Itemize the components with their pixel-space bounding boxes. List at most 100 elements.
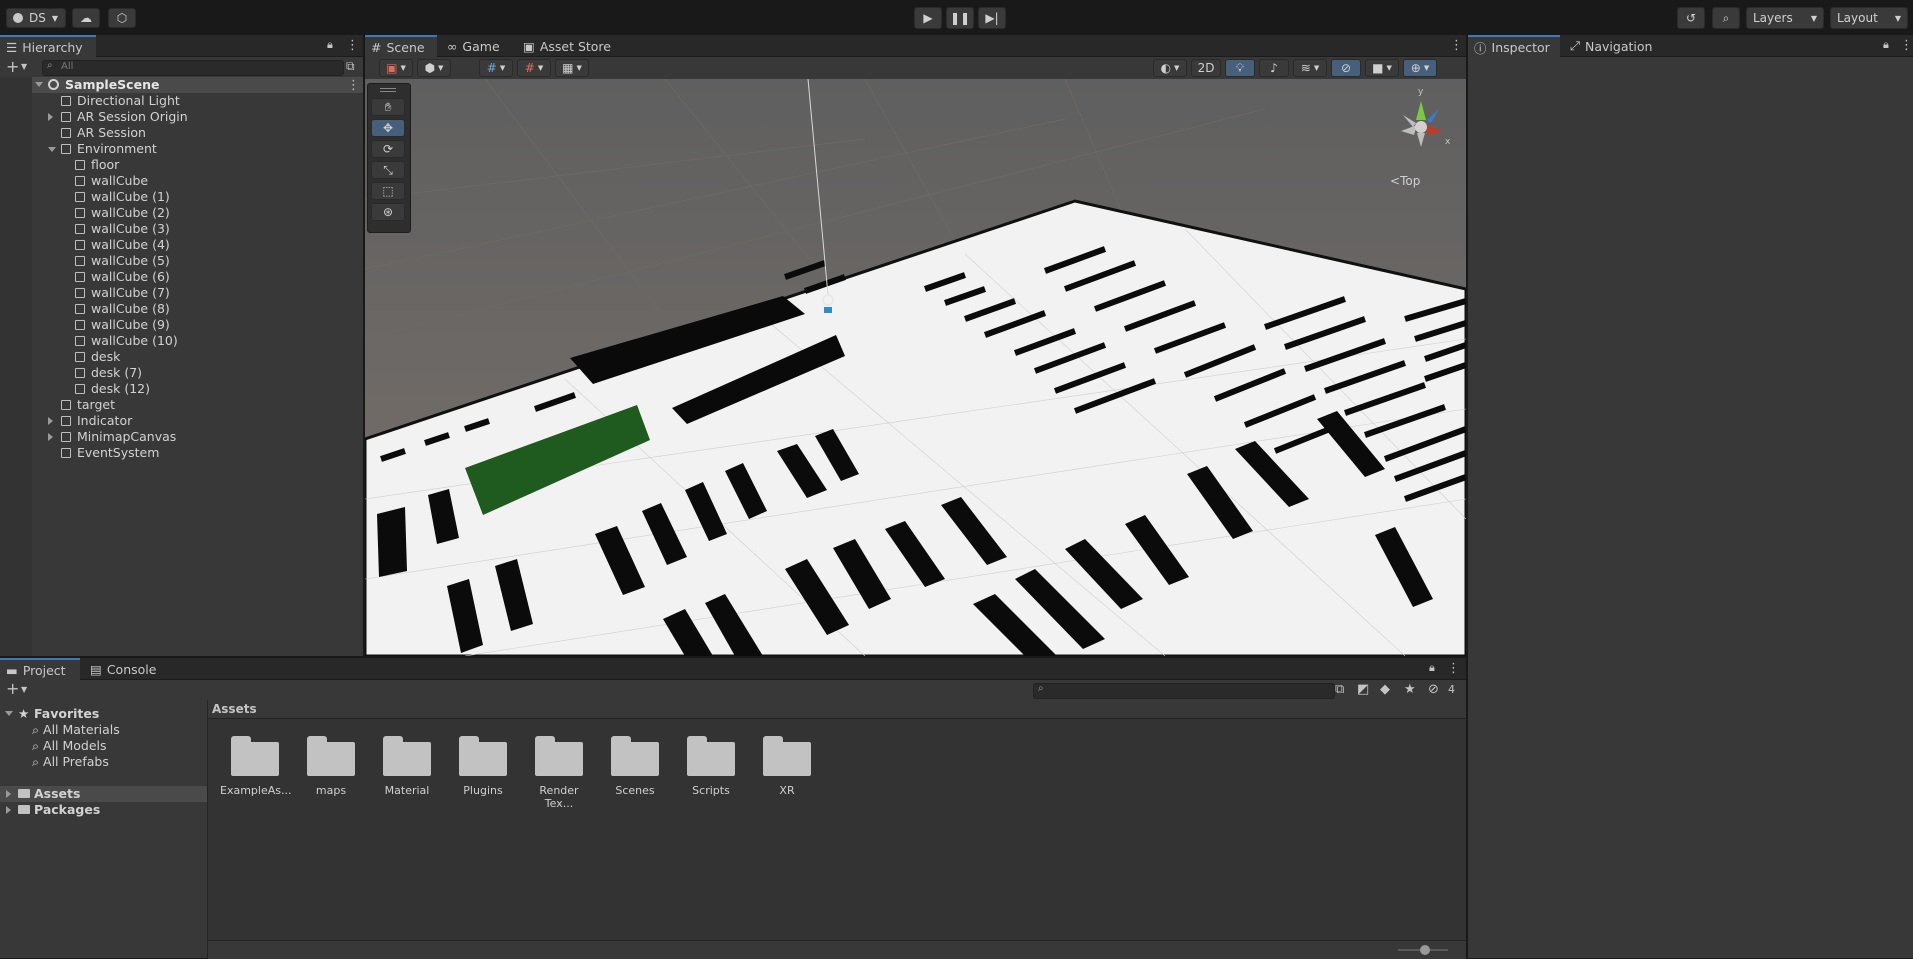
more-menu-icon[interactable]: ⋮ bbox=[1900, 39, 1913, 52]
hierarchy-item[interactable]: wallCube (5) bbox=[0, 253, 363, 269]
layers-dropdown[interactable]: Layers ▼ bbox=[1746, 7, 1824, 29]
lock-icon[interactable]: 🔒︎ bbox=[327, 39, 333, 50]
expand-arrow-icon[interactable] bbox=[48, 417, 53, 425]
chevron-down-icon[interactable]: ▼ bbox=[21, 686, 27, 694]
hierarchy-item[interactable]: wallCube (8) bbox=[0, 301, 363, 317]
scene-viewport[interactable]: ✋︎ ✥ ⟳ ⤡ ⬚ ⊛ y x <Top bbox=[365, 79, 1466, 656]
tab-game[interactable]: ∞ Game bbox=[441, 35, 511, 57]
asset-folder[interactable]: Render Tex... bbox=[524, 736, 594, 810]
favorites-row[interactable]: ★ Favorites bbox=[0, 706, 207, 722]
expand-arrow-icon[interactable] bbox=[48, 113, 53, 121]
orientation-gizmo[interactable]: y x bbox=[1381, 87, 1461, 157]
slider-thumb[interactable] bbox=[1420, 945, 1430, 955]
star-icon[interactable]: ★ bbox=[1404, 683, 1416, 696]
favorite-item[interactable]: ⌕ All Prefabs bbox=[32, 754, 109, 770]
move-tool-button[interactable]: ✥ bbox=[371, 119, 405, 137]
camera-settings-button[interactable]: ■ ▼ bbox=[1365, 59, 1399, 77]
transform-tool-button[interactable]: ⊛ bbox=[371, 203, 405, 221]
scale-tool-button[interactable]: ⤡ bbox=[371, 161, 405, 179]
hierarchy-item[interactable]: wallCube (9) bbox=[0, 317, 363, 333]
increment-snap-button[interactable]: # ▼ bbox=[517, 59, 551, 77]
hierarchy-item[interactable]: EventSystem bbox=[0, 445, 363, 461]
hierarchy-item[interactable]: wallCube bbox=[0, 173, 363, 189]
hierarchy-item[interactable]: wallCube (7) bbox=[0, 285, 363, 301]
hierarchy-item[interactable]: desk (7) bbox=[0, 365, 363, 381]
pause-button[interactable]: ❚❚ bbox=[946, 7, 974, 29]
expand-arrow-icon[interactable] bbox=[6, 806, 11, 814]
shading-mode-button[interactable]: ⬢ ▼ bbox=[417, 59, 451, 77]
grid-snap-button[interactable]: # ▼ bbox=[479, 59, 513, 77]
hierarchy-item[interactable]: floor bbox=[0, 157, 363, 173]
lock-icon[interactable]: 🔒︎ bbox=[1429, 662, 1435, 673]
draw-mode-button[interactable]: ▣ ▼ bbox=[379, 59, 413, 77]
tab-hierarchy[interactable]: ☰ Hierarchy bbox=[0, 35, 96, 57]
step-button[interactable]: ▶| bbox=[978, 7, 1006, 29]
hierarchy-item[interactable]: Indicator bbox=[0, 413, 363, 429]
audio-toggle-button[interactable]: ♪ bbox=[1259, 59, 1289, 77]
chevron-down-icon[interactable]: ▼ bbox=[21, 63, 27, 71]
hierarchy-item[interactable]: wallCube (10) bbox=[0, 333, 363, 349]
hierarchy-item[interactable]: wallCube (6) bbox=[0, 269, 363, 285]
render-mode-button[interactable]: ◐ ▼ bbox=[1153, 59, 1187, 77]
asset-folder[interactable]: Scripts bbox=[676, 736, 746, 797]
more-menu-icon[interactable]: ⋮ bbox=[346, 39, 359, 52]
cloud-button[interactable]: ☁ bbox=[72, 8, 100, 28]
account-dropdown[interactable]: DS ▼ bbox=[6, 8, 66, 28]
collab-button[interactable]: ⬡ bbox=[108, 8, 136, 28]
asset-folder[interactable]: maps bbox=[296, 736, 366, 797]
hierarchy-item[interactable]: MinimapCanvas bbox=[0, 429, 363, 445]
expand-arrow-icon[interactable] bbox=[6, 790, 11, 798]
hierarchy-item[interactable]: wallCube (4) bbox=[0, 237, 363, 253]
hierarchy-item[interactable]: Environment bbox=[0, 141, 363, 157]
add-icon[interactable]: + bbox=[6, 59, 19, 75]
hierarchy-item[interactable]: Directional Light bbox=[0, 93, 363, 109]
hierarchy-item[interactable]: AR Session bbox=[0, 125, 363, 141]
icon-size-slider[interactable] bbox=[1398, 945, 1448, 955]
hidden-packages-icon[interactable]: ⊘ bbox=[1428, 683, 1439, 696]
hand-tool-button[interactable]: ✋︎ bbox=[371, 98, 405, 116]
play-button[interactable]: ▶ bbox=[914, 7, 942, 29]
tab-console[interactable]: ▤ Console bbox=[84, 658, 164, 680]
tab-project[interactable]: ▬ Project bbox=[0, 658, 80, 680]
effects-button[interactable]: ≋ ▼ bbox=[1293, 59, 1327, 77]
hierarchy-item[interactable]: wallCube (3) bbox=[0, 221, 363, 237]
search-filter-icon[interactable]: ⧉ bbox=[346, 60, 355, 72]
label-filter-icon[interactable]: ◆ bbox=[1380, 683, 1390, 696]
assets-root-row[interactable]: Assets bbox=[0, 786, 207, 802]
gizmo-view-label[interactable]: <Top bbox=[1390, 174, 1420, 188]
expand-arrow-icon[interactable] bbox=[48, 147, 56, 152]
rotate-tool-button[interactable]: ⟳ bbox=[371, 140, 405, 158]
project-search-input[interactable]: ⌕ bbox=[1033, 683, 1335, 699]
add-icon[interactable]: + bbox=[6, 681, 19, 697]
expand-arrow-icon[interactable] bbox=[5, 711, 13, 716]
tab-inspector[interactable]: ⓘ Inspector bbox=[1468, 35, 1560, 57]
hierarchy-item[interactable]: desk bbox=[0, 349, 363, 365]
expand-arrow-icon[interactable] bbox=[35, 82, 43, 87]
lock-icon[interactable]: 🔒︎ bbox=[1883, 39, 1889, 50]
toggle-2d-button[interactable]: 2D bbox=[1191, 59, 1221, 77]
lighting-toggle-button[interactable]: 💡︎ bbox=[1225, 59, 1255, 77]
more-menu-icon[interactable]: ⋮ bbox=[347, 78, 360, 93]
asset-folder[interactable]: Scenes bbox=[600, 736, 670, 797]
undo-history-button[interactable]: ↺ bbox=[1677, 7, 1705, 29]
search-input[interactable]: ⌕ All bbox=[42, 60, 344, 76]
hierarchy-item[interactable]: AR Session Origin bbox=[0, 109, 363, 125]
asset-folder[interactable]: XR bbox=[752, 736, 822, 797]
tab-navigation[interactable]: ⤢ Navigation bbox=[1564, 35, 1664, 57]
layout-dropdown[interactable]: Layout ▼ bbox=[1830, 7, 1908, 29]
asset-folder[interactable]: Plugins bbox=[448, 736, 518, 797]
rect-tool-button[interactable]: ⬚ bbox=[371, 182, 405, 200]
hierarchy-item[interactable]: wallCube (2) bbox=[0, 205, 363, 221]
more-menu-icon[interactable]: ⋮ bbox=[1450, 39, 1463, 52]
expand-arrow-icon[interactable] bbox=[48, 433, 53, 441]
hierarchy-item[interactable]: desk (12) bbox=[0, 381, 363, 397]
grid-visibility-button[interactable]: ▦ ▼ bbox=[555, 59, 589, 77]
search-filter-icon[interactable]: ⧉ bbox=[1335, 683, 1344, 696]
type-filter-icon[interactable]: ◩ bbox=[1357, 683, 1369, 696]
packages-root-row[interactable]: Packages bbox=[0, 802, 207, 818]
drag-handle[interactable] bbox=[380, 88, 396, 92]
asset-folder[interactable]: ExampleAs... bbox=[220, 736, 291, 797]
tab-scene[interactable]: # Scene bbox=[365, 35, 437, 57]
more-menu-icon[interactable]: ⋮ bbox=[1447, 662, 1460, 675]
asset-folder[interactable]: Material bbox=[372, 736, 442, 797]
